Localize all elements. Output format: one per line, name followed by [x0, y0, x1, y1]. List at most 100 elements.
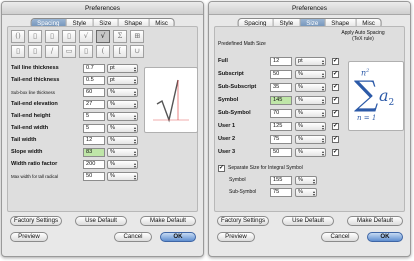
preferences-window-size: Preferences Spacing Style Size Shape Mis…: [208, 1, 411, 257]
fraction-template-icon[interactable]: ▯: [28, 30, 42, 43]
factory-settings-button[interactable]: Factory Settings: [10, 216, 62, 226]
auto-spacing-checkbox[interactable]: ✓: [332, 123, 339, 130]
auto-spacing-checkbox[interactable]: ✓: [332, 97, 339, 104]
bracket-template-icon[interactable]: [: [113, 45, 127, 58]
unit-select[interactable]: % ▴ ▾: [295, 135, 326, 144]
superscript-template-icon[interactable]: ▯: [62, 30, 76, 43]
setting-value-field[interactable]: 0.7: [83, 64, 105, 73]
unit-select[interactable]: % ▴ ▾: [295, 96, 326, 105]
preferences-window-spacing: Preferences Spacing Style Size Shape Mis…: [1, 1, 204, 257]
setting-value-field[interactable]: 27: [83, 100, 105, 109]
unit-select[interactable]: % ▴ ▾: [107, 112, 138, 121]
paren-template-icon[interactable]: (): [11, 30, 25, 43]
separate-integral-checkbox[interactable]: ✓: [218, 165, 225, 172]
auto-spacing-checkbox[interactable]: ✓: [332, 136, 339, 143]
separate-integral-label: Separate Size for Integral Symbol: [228, 165, 303, 171]
unit-select[interactable]: pt ▴ ▾: [295, 57, 326, 66]
use-default-button[interactable]: Use Default: [282, 216, 334, 226]
setting-label: Tail-end height: [11, 113, 51, 119]
radical-template-icon[interactable]: √: [96, 30, 110, 43]
stepper-icon: ▴ ▾: [312, 177, 315, 185]
slash-template-icon[interactable]: /: [45, 45, 59, 58]
setting-value-field-active[interactable]: 83: [83, 148, 105, 157]
stepper-icon: ▴ ▾: [321, 71, 324, 79]
setting-value-field[interactable]: 60: [83, 88, 105, 97]
ok-button[interactable]: OK: [160, 232, 196, 242]
integral-value-field[interactable]: 155: [270, 176, 292, 185]
size-value-field[interactable]: 35: [270, 83, 292, 92]
setting-label: Tail-end elevation: [11, 101, 58, 107]
arc-template-icon[interactable]: ∪: [130, 45, 144, 58]
size-label: Full: [218, 58, 228, 64]
unit-select[interactable]: % ▴ ▾: [107, 100, 138, 109]
unit-select[interactable]: % ▴ ▾: [107, 160, 138, 169]
stepper-icon: ▴ ▾: [133, 89, 136, 97]
size-label: Subscript: [218, 71, 244, 77]
stepper-icon: ▴ ▾: [321, 136, 324, 144]
unit-select[interactable]: % ▴ ▾: [107, 88, 138, 97]
unit-select[interactable]: pt ▴ ▾: [107, 76, 138, 85]
ok-button[interactable]: OK: [367, 232, 403, 242]
sum-lower-limit: n = 1: [357, 114, 377, 122]
matrix-template-icon[interactable]: ⊞: [130, 30, 144, 43]
cancel-button[interactable]: Cancel: [114, 232, 152, 242]
size-value-field[interactable]: 70: [270, 109, 292, 118]
make-default-button[interactable]: Make Default: [347, 216, 403, 226]
auto-spacing-checkbox[interactable]: ✓: [332, 110, 339, 117]
integral-row: Sub-Symbol 75 % ▴ ▾: [215, 188, 404, 197]
separate-integral-row: ✓ Separate Size for Integral Symbol: [215, 164, 404, 173]
brace-template-icon[interactable]: (: [96, 45, 110, 58]
setting-value-field[interactable]: 5: [83, 112, 105, 121]
size-value-field[interactable]: 50: [270, 70, 292, 79]
auto-spacing-checkbox[interactable]: ✓: [332, 71, 339, 78]
integral-value-field[interactable]: 75: [270, 188, 292, 197]
auto-spacing-checkbox[interactable]: ✓: [332, 84, 339, 91]
unit-select[interactable]: % ▴ ▾: [107, 124, 138, 133]
unit-select[interactable]: % ▴ ▾: [107, 136, 138, 145]
setting-value-field[interactable]: 50: [83, 172, 105, 181]
size-value-field[interactable]: 75: [270, 135, 292, 144]
sum-template-icon[interactable]: Σ: [113, 30, 127, 43]
size-value-field[interactable]: 125: [270, 122, 292, 131]
underbar-template-icon[interactable]: ▯: [79, 45, 93, 58]
radical-icon: [153, 79, 189, 123]
size-label: User 2: [218, 136, 236, 142]
unit-select[interactable]: % ▴ ▾: [295, 188, 317, 197]
size-label: User 3: [218, 149, 236, 155]
size-label: Symbol: [218, 97, 239, 103]
setting-value-field[interactable]: 12: [83, 136, 105, 145]
box-template-icon[interactable]: ▯: [11, 45, 25, 58]
unit-select[interactable]: % ▴ ▾: [107, 172, 138, 181]
size-value-field[interactable]: 50: [270, 148, 292, 157]
factory-settings-button[interactable]: Factory Settings: [217, 216, 269, 226]
unit-select[interactable]: % ▴ ▾: [295, 70, 326, 79]
radical-preview: [144, 67, 198, 133]
auto-spacing-checkbox[interactable]: ✓: [332, 149, 339, 156]
column-header-size: Predefined Math Size: [218, 41, 266, 47]
unit-select[interactable]: % ▴ ▾: [295, 122, 326, 131]
unit-select[interactable]: % ▴ ▾: [295, 83, 326, 92]
size-value-field-active[interactable]: 145: [270, 96, 292, 105]
stepper-icon: ▴ ▾: [133, 137, 136, 145]
window-title: Preferences: [2, 2, 203, 15]
setting-value-field[interactable]: 0.5: [83, 76, 105, 85]
subscript-template-icon[interactable]: ▯: [45, 30, 59, 43]
preview-button[interactable]: Preview: [10, 232, 48, 242]
unit-select[interactable]: pt ▴ ▾: [107, 64, 138, 73]
use-default-button[interactable]: Use Default: [75, 216, 127, 226]
setting-value-field[interactable]: 5: [83, 124, 105, 133]
setting-label: Tail width: [11, 137, 37, 143]
preview-button[interactable]: Preview: [217, 232, 255, 242]
unit-select[interactable]: % ▴ ▾: [295, 109, 326, 118]
overbar-template-icon[interactable]: ▯: [28, 45, 42, 58]
sqrt-template-icon[interactable]: √: [79, 30, 93, 43]
auto-spacing-checkbox[interactable]: ✓: [332, 58, 339, 65]
unit-select[interactable]: % ▴ ▾: [295, 148, 326, 157]
box-outline-template-icon[interactable]: ▭: [62, 45, 76, 58]
unit-select[interactable]: % ▴ ▾: [107, 148, 138, 157]
make-default-button[interactable]: Make Default: [140, 216, 196, 226]
setting-value-field[interactable]: 200: [83, 160, 105, 169]
cancel-button[interactable]: Cancel: [321, 232, 359, 242]
size-value-field[interactable]: 12: [270, 57, 292, 66]
unit-select[interactable]: % ▴ ▾: [295, 176, 317, 185]
